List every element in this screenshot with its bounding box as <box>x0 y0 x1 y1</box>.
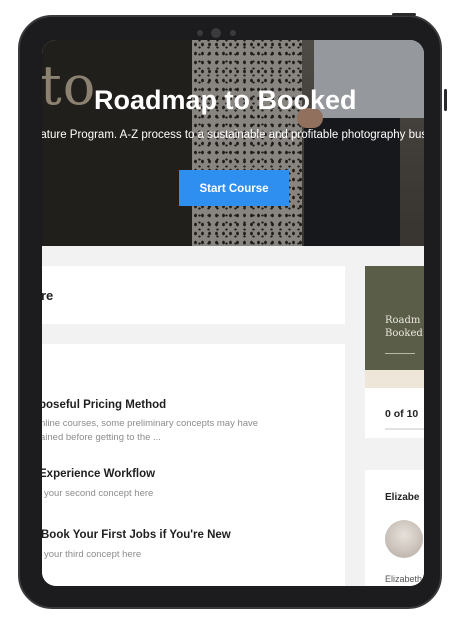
author-name: Elizabeth <box>385 574 423 584</box>
author-card: Elizabe Elizabeth <box>365 470 424 586</box>
tablet-frame: to Roadmap to Booked nature Program. A-Z… <box>18 13 447 609</box>
lesson-title[interactable]: Book Your First Jobs if You're New <box>42 529 231 541</box>
sensor-dot <box>230 30 236 36</box>
lesson-description: your third concept here <box>44 549 142 560</box>
power-button <box>392 13 416 16</box>
thumbnail-line: Roadm <box>385 315 421 326</box>
hero-overlay <box>42 40 424 246</box>
thumbnail-text: Roadm Booked <box>385 314 423 340</box>
progress-bar <box>385 428 424 430</box>
sensor-dot <box>197 30 203 36</box>
camera-icon <box>211 28 221 38</box>
lesson-description: ained before getting to the ... <box>42 432 161 443</box>
thumbnail-line: Booked <box>385 328 423 339</box>
lesson-title[interactable]: poseful Pricing Method <box>42 399 166 411</box>
lesson-description: your second concept here <box>44 488 154 499</box>
thumbnail-footer <box>365 370 424 388</box>
hero-script-letters: to <box>42 54 97 117</box>
avatar[interactable] <box>385 520 423 558</box>
lesson-title[interactable]: Experience Workflow <box>42 468 155 480</box>
course-progress-card: Roadm Booked 0 of 10 <box>365 266 424 438</box>
author-heading: Elizabe <box>385 492 420 503</box>
hero-banner: to Roadmap to Booked nature Program. A-Z… <box>42 40 424 246</box>
thumbnail-rule <box>385 353 415 354</box>
screen: to Roadmap to Booked nature Program. A-Z… <box>42 40 424 586</box>
progress-count: 0 of 10 <box>385 408 419 420</box>
lesson-description: nline courses, some preliminary concepts… <box>42 418 259 429</box>
start-course-button[interactable]: Start Course <box>179 170 289 206</box>
course-header-title: re <box>42 288 54 303</box>
course-title: Roadmap to Booked <box>94 85 357 115</box>
lesson-list: poseful Pricing Method nline courses, so… <box>42 344 345 586</box>
course-thumbnail: Roadm Booked <box>365 266 424 370</box>
course-header-card: re <box>42 266 345 324</box>
volume-button <box>444 89 447 111</box>
course-subtitle: nature Program. A-Z process to a sustain… <box>42 129 424 141</box>
